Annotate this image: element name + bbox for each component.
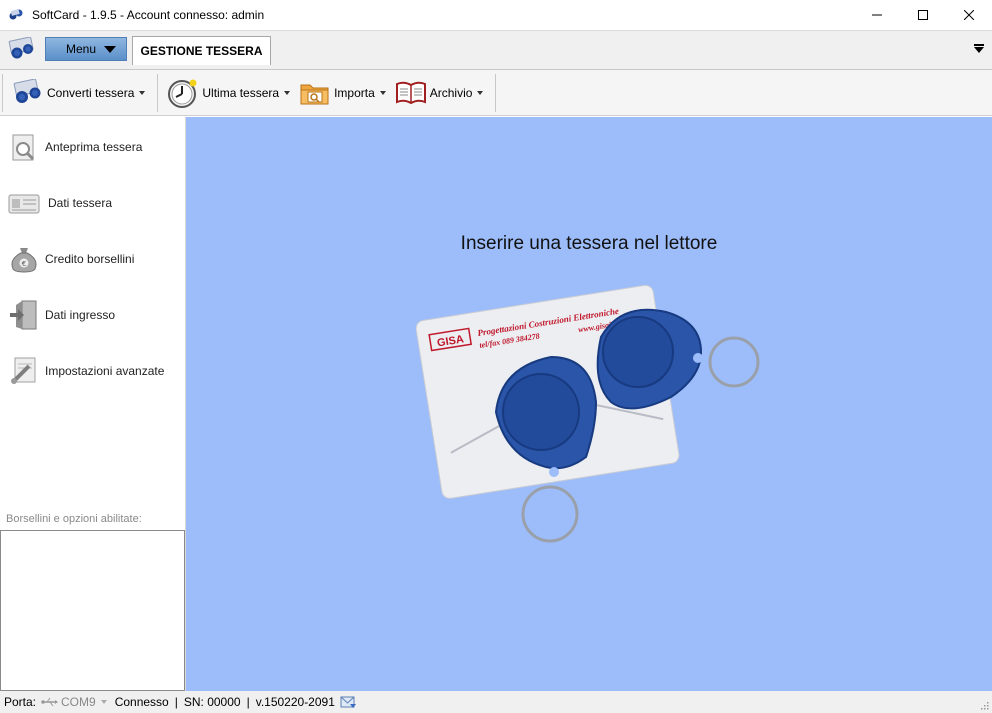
book-icon	[395, 81, 426, 104]
card-preview-icon	[12, 134, 35, 161]
sidebar-item-label: Impostazioni avanzate	[45, 364, 165, 378]
status-bar: Porta: COM9 Connesso | SN: 00000 | v.150…	[0, 691, 992, 713]
borsellini-list[interactable]	[0, 530, 185, 691]
archivio-button[interactable]: Archivio	[392, 76, 490, 110]
connection-status: Connesso	[114, 695, 169, 709]
svg-text:€: €	[22, 260, 26, 268]
settings-pen-icon	[11, 357, 36, 384]
overflow-menu-icon[interactable]	[974, 44, 984, 53]
serial-number: SN: 00000	[183, 695, 241, 709]
borsellini-label: Borsellini e opzioni abilitate:	[6, 513, 142, 525]
sidebar-item-anteprima-tessera[interactable]: Anteprima tessera	[8, 129, 183, 165]
sidebar-item-impostazioni-avanzate[interactable]: Impostazioni avanzate	[8, 353, 183, 389]
softcard-logo-icon	[8, 37, 34, 59]
usb-icon	[41, 697, 59, 707]
converti-tessera-label: Converti tessera	[47, 85, 135, 100]
clock-icon	[168, 79, 197, 108]
sidebar-item-label: Credito borsellini	[45, 252, 135, 266]
resize-grip-icon[interactable]	[979, 700, 989, 710]
chevron-down-icon	[379, 90, 386, 95]
sidebar-item-dati-tessera[interactable]: Dati tessera	[8, 185, 183, 221]
sidebar: Anteprima tessera Dati tessera € Credito…	[0, 117, 186, 691]
door-enter-icon	[10, 300, 37, 330]
menu-dropdown-icon	[104, 46, 116, 53]
maximize-button[interactable]	[900, 0, 946, 30]
window-title: SoftCard - 1.9.5 - Account connesso: adm…	[32, 8, 265, 22]
toolbar: Converti tessera Ultima tessera Importa …	[0, 70, 992, 116]
main-panel: Inserire una tessera nel lettore GISA Pr…	[186, 117, 992, 691]
chevron-down-icon	[100, 700, 107, 704]
close-button[interactable]	[946, 0, 992, 30]
money-bag-icon: €	[11, 248, 37, 273]
close-icon	[964, 10, 974, 20]
maximize-icon	[918, 10, 928, 20]
insert-card-prompt: Inserire una tessera nel lettore	[460, 233, 718, 254]
ultima-tessera-label: Ultima tessera	[202, 85, 280, 100]
importa-button[interactable]: Importa	[296, 76, 392, 110]
sidebar-item-credito-borsellini[interactable]: € Credito borsellini	[8, 241, 183, 277]
sidebar-item-label: Dati ingresso	[45, 308, 116, 322]
app-logo-icon	[9, 9, 23, 20]
sidebar-item-label: Anteprima tessera	[45, 140, 143, 154]
minimize-button[interactable]	[854, 0, 900, 30]
converti-tessera-button[interactable]: Converti tessera	[9, 76, 151, 110]
folder-search-icon	[300, 84, 329, 104]
tab-gestione-tessera[interactable]: GESTIONE TESSERA	[132, 36, 271, 65]
chevron-down-icon	[284, 90, 291, 95]
title-bar: SoftCard - 1.9.5 - Account connesso: adm…	[0, 0, 992, 30]
porta-label: Porta:	[4, 695, 37, 709]
chevron-down-icon	[139, 90, 146, 95]
chevron-down-icon	[477, 90, 484, 95]
ultima-tessera-button[interactable]: Ultima tessera	[164, 76, 296, 110]
status-separator: |	[174, 695, 178, 709]
sidebar-item-label: Dati tessera	[48, 196, 113, 210]
importa-label: Importa	[334, 85, 375, 100]
email-icon[interactable]	[340, 695, 357, 709]
archivio-label: Archivio	[429, 85, 473, 100]
menu-bar: Menu GESTIONE TESSERA	[0, 30, 992, 70]
version-label: v.150220-2091	[255, 695, 335, 709]
menu-button[interactable]: Menu	[45, 37, 127, 61]
rfid-card-illustration: GISA Progettazioni Costruzioni Elettroni…	[416, 284, 760, 543]
card-convert-icon	[13, 78, 41, 103]
menu-button-label: Menu	[66, 42, 97, 56]
id-card-icon	[8, 194, 40, 214]
sidebar-item-dati-ingresso[interactable]: Dati ingresso	[8, 297, 183, 333]
port-select[interactable]: COM9	[61, 695, 96, 709]
minimize-icon	[872, 14, 882, 16]
status-separator: |	[246, 695, 250, 709]
